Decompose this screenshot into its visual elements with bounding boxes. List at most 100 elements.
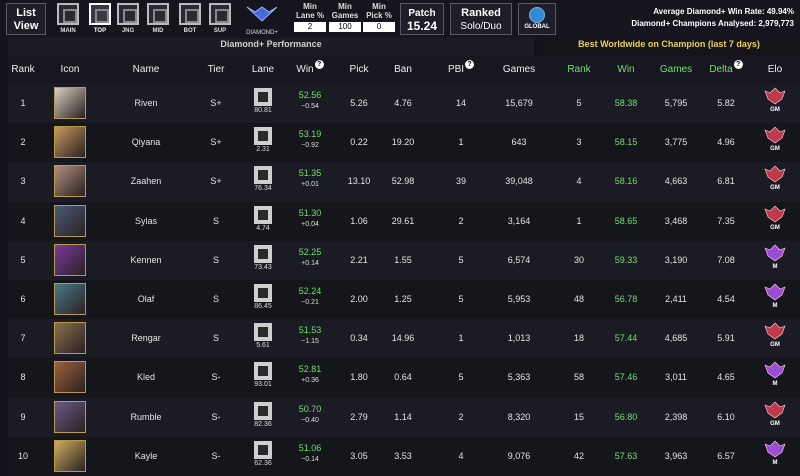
cell-name: Sylas — [134, 215, 157, 226]
role-tab-top[interactable]: TOP — [86, 3, 114, 34]
column-header-rank[interactable]: Rank — [8, 56, 38, 84]
champion-portrait-icon[interactable] — [54, 126, 86, 159]
cell-best-win: 58.38 — [614, 98, 638, 108]
role-tab-main[interactable]: MAIN — [54, 3, 82, 34]
cell-best-rank: 5 — [576, 98, 582, 108]
rank-filter-button[interactable]: DIAMOND+ — [242, 3, 282, 36]
cell-best-rank: 4 — [576, 176, 582, 187]
column-header-rank-best[interactable]: Rank — [564, 56, 594, 84]
role-tab-mid[interactable]: MID — [144, 3, 172, 34]
column-header-name[interactable]: Name — [118, 56, 174, 84]
elo-label: GM — [770, 146, 780, 153]
champion-portrait-icon[interactable] — [54, 282, 86, 315]
min-pick-input[interactable]: 0 — [363, 22, 395, 32]
cell-rank: 9 — [20, 411, 26, 422]
region-button[interactable]: GLOBAL — [518, 3, 556, 35]
cell-best-games: 2,411 — [665, 293, 687, 304]
column-header-lane[interactable]: Lane — [246, 56, 280, 84]
cell-tier: S+ — [210, 137, 222, 148]
queue-label-line1: Ranked — [461, 7, 501, 19]
column-header-games[interactable]: Games — [490, 56, 548, 84]
min-games-input[interactable]: 100 — [329, 22, 361, 32]
top-lane-icon — [254, 362, 272, 381]
table-row[interactable]: 8 Kled S- 93.01 52.81 +0.36 1.80 0.64 5 5,363 58 57… — [8, 358, 800, 398]
cell-win: 51.53 −1.15 — [288, 325, 332, 347]
column-header-games-best[interactable]: Games — [656, 56, 696, 84]
table-row[interactable]: 1 Riven S+ 80.81 52.56 −0.54 5.26 4.76 14 15,679 5… — [8, 84, 800, 124]
cell-pick: 2.21 — [350, 254, 368, 265]
lane-percent: 76.34 — [254, 185, 272, 193]
cell-pbi: 1 — [458, 137, 464, 148]
role-tab-bot[interactable]: BOT — [176, 3, 204, 34]
column-header-icon[interactable]: Icon — [54, 56, 86, 84]
cell-best-rank: 42 — [573, 450, 584, 461]
champion-portrait-icon[interactable] — [54, 400, 86, 433]
column-header-elo-best[interactable]: Elo — [760, 56, 790, 84]
patch-button[interactable]: Patch 15.24 — [400, 3, 444, 35]
help-icon[interactable]: ? — [733, 60, 743, 69]
champion-portrait-icon[interactable] — [54, 439, 86, 472]
cell-best-games: 5,795 — [664, 98, 688, 108]
column-header-label: Games — [659, 64, 693, 75]
cell-rank: 6 — [20, 293, 26, 304]
grandmaster-badge-icon — [764, 205, 786, 223]
table-row[interactable]: 10 Kayle S- 62.36 51.06 −0.14 3.05 3.53 4 9,076 42… — [8, 436, 800, 476]
table-row[interactable]: 3 Zaahen S+ 76.34 51.35 +0.01 13.10 52.98 39 39,0… — [8, 162, 800, 202]
role-label: JNG — [121, 28, 135, 34]
cell-name: Kayle — [134, 450, 158, 461]
help-icon[interactable]: ? — [465, 60, 475, 69]
column-header-tier[interactable]: Tier — [204, 56, 228, 84]
cell-ban: 29.61 — [391, 215, 415, 226]
cell-best-rank: 48 — [573, 293, 584, 304]
cell-pbi: 5 — [458, 254, 464, 265]
champion-portrait-icon[interactable] — [54, 322, 86, 355]
column-header-pbi[interactable]: PBI? — [446, 56, 476, 84]
cell-ban: 1.25 — [394, 293, 412, 304]
min-lane-input[interactable]: 2 — [294, 22, 326, 32]
table-row[interactable]: 4 Sylas S 4.74 51.30 +0.04 1.06 29.61 2 3,164 1 58.… — [8, 201, 800, 241]
role-tab-jng[interactable]: JNG — [114, 3, 142, 34]
cell-win: 51.06 −0.14 — [288, 443, 332, 465]
champion-portrait-icon[interactable] — [54, 87, 86, 119]
column-header-pick[interactable]: Pick — [344, 56, 374, 84]
cell-pick: 0.34 — [350, 333, 368, 344]
table-row[interactable]: 9 Rumble S- 82.36 50.70 −0.40 2.79 1.14 2 8,320 15… — [8, 397, 800, 437]
column-header-ban[interactable]: Ban — [388, 56, 418, 84]
queue-button[interactable]: Ranked Solo/Duo — [450, 3, 512, 35]
cell-lane: 2.31 — [246, 127, 280, 153]
table-row[interactable]: 5 Kennen S 73.43 52.25 +0.14 2.21 1.55 5 6,574 30 5… — [8, 240, 800, 280]
cell-best-win: 57.46 — [614, 372, 638, 383]
master-badge-icon — [764, 361, 786, 379]
cell-name: Rengar — [131, 333, 161, 344]
cell-rank: 1 — [20, 98, 26, 108]
help-icon[interactable]: ? — [314, 60, 324, 69]
table-row[interactable]: 2 Qiyana S+ 2.31 53.19 −0.92 0.22 19.20 1 643 3 58.… — [8, 123, 800, 163]
role-tab-sup[interactable]: SUP — [206, 3, 234, 34]
cell-best-rank: 58 — [573, 372, 584, 383]
cell-rank: 4 — [20, 215, 26, 226]
elo-label: M — [772, 263, 778, 270]
lane-percent: 5.61 — [256, 342, 270, 350]
champion-portrait-icon[interactable] — [54, 361, 86, 394]
role-label: SUP — [213, 28, 227, 34]
column-header-delta-best[interactable]: Delta? — [708, 56, 744, 84]
cell-name: Qiyana — [131, 137, 161, 148]
champion-portrait-icon[interactable] — [54, 243, 86, 276]
list-view-button[interactable]: List View — [6, 3, 46, 35]
top-lane-icon — [254, 166, 272, 185]
champion-portrait-icon[interactable] — [54, 204, 86, 237]
table-row[interactable]: 7 Rengar S 5.61 51.53 −1.15 0.34 14.96 1 1,013 18 5… — [8, 319, 800, 359]
table-row[interactable]: 6 Olaf S 86.45 52.24 −0.21 2.00 1.25 5 5,953 48 56.… — [8, 279, 800, 320]
win-delta: −0.54 — [301, 103, 319, 110]
column-header-label: Rank — [11, 64, 35, 75]
cell-win: 53.19 −0.92 — [288, 129, 332, 151]
column-header-win-best[interactable]: Win — [608, 56, 644, 84]
cell-lane: 4.74 — [246, 205, 280, 232]
cell-win: 50.70 −0.40 — [288, 404, 332, 426]
cell-pbi: 1 — [458, 333, 464, 344]
champion-portrait-icon[interactable] — [54, 165, 86, 198]
column-header-win[interactable]: Win? — [288, 56, 332, 84]
win-rate: 52.25 — [298, 246, 322, 257]
column-header-label: Elo — [767, 64, 783, 75]
cell-pick: 13.10 — [347, 176, 371, 187]
